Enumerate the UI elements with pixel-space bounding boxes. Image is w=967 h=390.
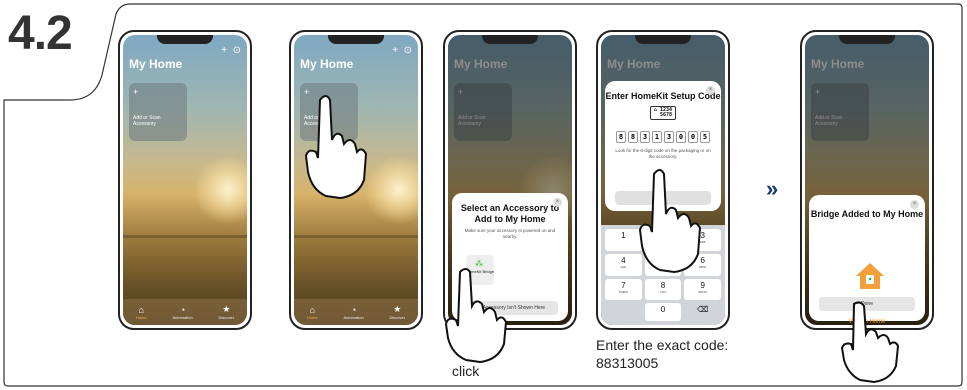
setup-title: Enter HomeKit Setup Code <box>605 91 721 101</box>
digit-field[interactable]: 8 <box>616 131 626 143</box>
added-title: Bridge Added to My Home <box>810 209 924 219</box>
close-icon[interactable]: × <box>910 200 919 209</box>
key-9[interactable]: 9 WXYZ <box>684 278 721 301</box>
next-step-chevron-icon: » <box>766 176 779 201</box>
tab-automation[interactable]: ◔ Automation <box>343 305 363 320</box>
tab-automation[interactable]: ◔ Automation <box>172 305 192 320</box>
backspace-icon: ⌫ <box>697 305 709 315</box>
pointing-hand-icon <box>444 268 508 364</box>
digit-field[interactable]: 3 <box>640 131 650 143</box>
settings-icon[interactable]: ⊙ <box>233 45 241 56</box>
tab-bar: ⌂ Home ◔ Automation ★ Discover <box>123 299 247 325</box>
key-0[interactable]: 0 <box>644 303 682 321</box>
key-blank <box>605 303 642 321</box>
plus-icon: + <box>133 87 139 97</box>
setup-code-label: ⌂ 1234 5678 <box>649 106 677 120</box>
sheet-title: Select an Accessory to Add to My Home <box>460 203 560 224</box>
sun-glow <box>193 155 247 225</box>
setup-hint: Look for the 8-digit code on the packagi… <box>615 148 711 159</box>
tab-discover[interactable]: ★ Discover <box>219 304 235 320</box>
digit-field[interactable]: 3 <box>664 131 674 143</box>
home-title: My Home <box>300 57 354 71</box>
step-number: 4.2 <box>8 7 73 60</box>
tab-bar: ⌂ Home ◔ Automation ★ Discover <box>294 299 418 325</box>
tab-discover[interactable]: ★ Discover <box>390 304 406 320</box>
star-icon: ★ <box>222 304 231 314</box>
phone-notch <box>157 35 213 44</box>
phone-5-bridge-added: My Home + Add or Scan Accessory × Bridge… <box>800 30 934 330</box>
code-value: 88313005 <box>596 355 659 371</box>
digit-field[interactable]: 8 <box>628 131 638 143</box>
phone-1-home-screen: + ⊙ My Home + Add or Scan Accessory ⌂ Hom… <box>118 30 252 330</box>
tab-home[interactable]: ⌂ Home <box>136 305 147 320</box>
key-8[interactable]: 8 TUV <box>644 278 682 301</box>
digit-field[interactable]: 0 <box>676 131 686 143</box>
backspace-key[interactable]: ⌫ <box>684 303 721 321</box>
digit-field[interactable]: 0 <box>688 131 698 143</box>
code-digit-fields[interactable]: 8 8 3 1 3 0 0 5 <box>605 131 721 143</box>
pointing-hand-icon <box>304 95 368 200</box>
add-icon[interactable]: + <box>392 45 398 56</box>
digit-field[interactable]: 1 <box>652 131 662 143</box>
home-title: My Home <box>129 57 183 71</box>
add-accessory-tile[interactable]: + Add or Scan Accessory <box>129 83 187 141</box>
top-icons: + ⊙ <box>392 45 412 56</box>
add-tile-label: Add or Scan Accessory <box>133 115 161 127</box>
key-7[interactable]: 7 PQRS <box>605 278 642 301</box>
add-icon[interactable]: + <box>221 45 227 56</box>
home-screen: + ⊙ My Home + Add or Scan Accessory ⌂ Hom… <box>123 35 247 325</box>
pointing-hand-icon <box>638 169 702 274</box>
close-icon[interactable]: × <box>553 198 562 207</box>
sheet-subtitle: Make sure your accessory is powered on a… <box>464 228 556 239</box>
clock-icon: ◔ <box>179 304 186 315</box>
house-icon <box>856 263 884 289</box>
settings-icon[interactable]: ⊙ <box>404 45 412 56</box>
digit-field[interactable]: 5 <box>700 131 710 143</box>
top-icons: + ⊙ <box>221 45 241 56</box>
tab-home[interactable]: ⌂ Home <box>307 305 318 320</box>
close-icon[interactable]: × <box>706 86 715 95</box>
house-icon: ⌂ <box>138 304 144 315</box>
pointing-hand-icon <box>840 301 900 384</box>
enter-code-caption: Enter the exact code: 88313005 <box>596 337 729 371</box>
